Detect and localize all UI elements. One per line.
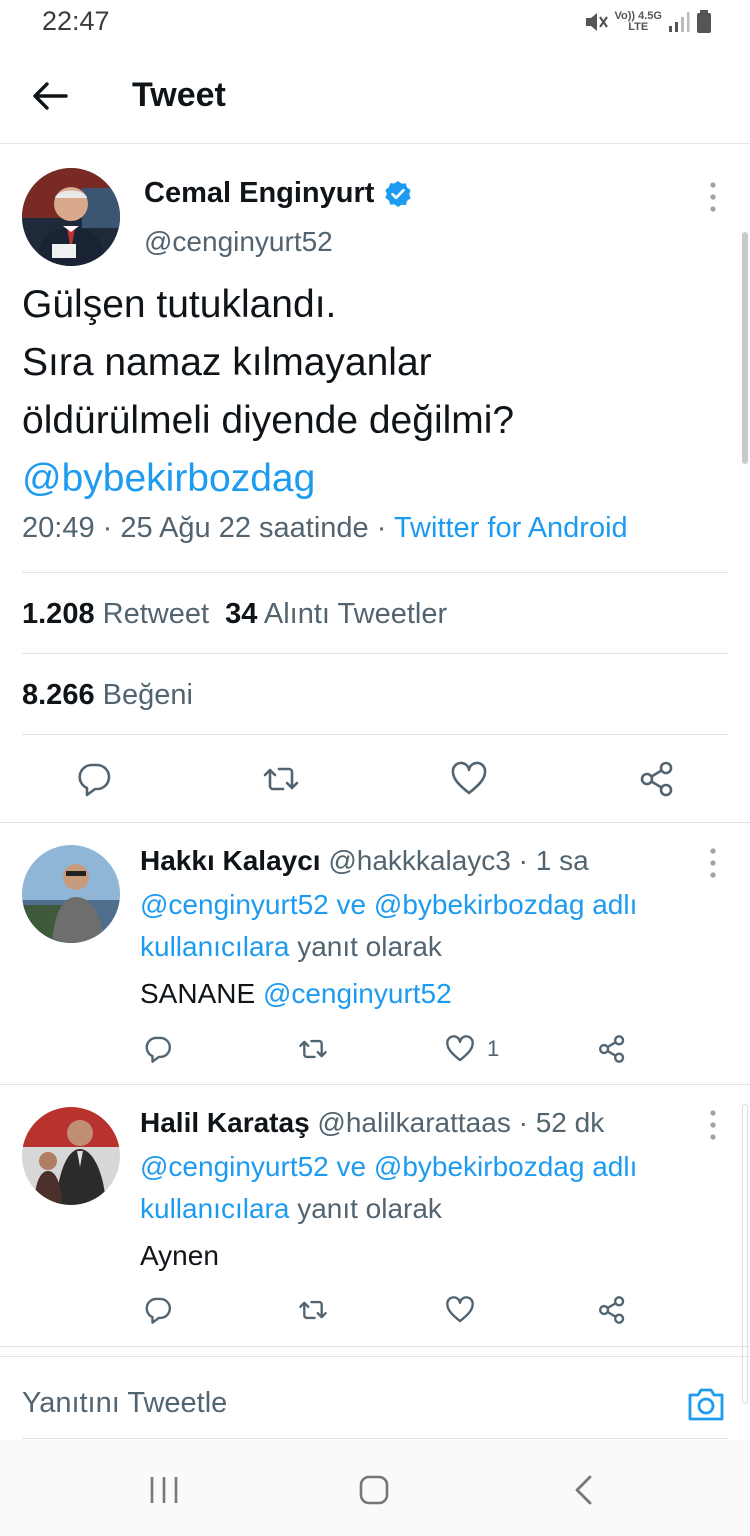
mention-link[interactable]: @bybekirbozdag bbox=[374, 1151, 585, 1182]
retweet-icon[interactable] bbox=[298, 1295, 328, 1325]
retweet-stats[interactable]: 1.208 Retweet 34 Alıntı Tweetler bbox=[22, 598, 447, 631]
tweet-timestamp: 20:49 · 25 Ağu 22 saatinde · Twitter for… bbox=[22, 512, 628, 544]
mention-link[interactable]: @bybekirbozdag bbox=[22, 450, 722, 508]
share-icon[interactable] bbox=[597, 1295, 627, 1325]
author-avatar[interactable] bbox=[22, 168, 120, 266]
battery-icon bbox=[697, 10, 711, 33]
reply-author-handle[interactable]: @hakkkalayc3 bbox=[328, 845, 511, 876]
divider bbox=[0, 822, 750, 823]
reply-time: 52 dk bbox=[535, 1107, 605, 1138]
divider bbox=[22, 1438, 728, 1439]
reply-avatar[interactable] bbox=[22, 1107, 120, 1205]
like-heart-icon[interactable] bbox=[445, 1295, 475, 1325]
source-link[interactable]: Twitter for Android bbox=[394, 512, 628, 544]
reply-author-name[interactable]: Halil Karataş bbox=[140, 1107, 310, 1138]
reply-text: SANANE @cenginyurt52 bbox=[140, 978, 452, 1009]
reply-context: @cenginyurt52 ve @bybekirbozdag adlı kul… bbox=[140, 1151, 638, 1224]
reply-header: Hakkı Kalaycı @hakkkalayc3 · 1 sa bbox=[140, 845, 589, 876]
reply-header: Halil Karataş @halilkarattaas · 52 dk bbox=[140, 1107, 605, 1138]
author-handle[interactable]: @cenginyurt52 bbox=[144, 226, 333, 258]
reply-avatar[interactable] bbox=[22, 845, 120, 943]
back-nav-icon[interactable] bbox=[568, 1474, 600, 1506]
retweet-icon[interactable] bbox=[298, 1034, 328, 1064]
like-heart-icon[interactable] bbox=[445, 1034, 475, 1064]
reply-icon[interactable] bbox=[143, 1295, 173, 1325]
like-heart-icon[interactable] bbox=[450, 760, 488, 798]
network-label: Vo)) 4.5G LTE bbox=[614, 10, 662, 33]
reply-icon[interactable] bbox=[75, 760, 113, 798]
tweet-text: Gülşen tutuklandı. Sıra namaz kılmayanla… bbox=[22, 276, 722, 508]
divider bbox=[0, 1084, 750, 1085]
reply-context: @cenginyurt52 ve @bybekirbozdag adlı kul… bbox=[140, 889, 638, 962]
divider bbox=[22, 734, 728, 735]
header: Tweet bbox=[0, 48, 750, 144]
status-icons: Vo)) 4.5G LTE bbox=[583, 10, 712, 34]
divider bbox=[0, 1346, 750, 1347]
mention-link[interactable]: @bybekirbozdag bbox=[374, 889, 585, 920]
scrollbar[interactable] bbox=[742, 232, 748, 464]
reply-input[interactable]: Yanıtını Tweetle bbox=[22, 1387, 227, 1420]
reply-author-name[interactable]: Hakkı Kalaycı bbox=[140, 845, 321, 876]
mention-link[interactable]: @cenginyurt52 bbox=[140, 889, 329, 920]
reply-compose-bar: Yanıtını Tweetle bbox=[0, 1356, 750, 1440]
mute-icon bbox=[585, 13, 608, 31]
home-icon[interactable] bbox=[358, 1474, 390, 1506]
author-name[interactable]: Cemal Enginyurt bbox=[144, 177, 412, 210]
mention-link[interactable]: @cenginyurt52 bbox=[140, 1151, 329, 1182]
more-options-icon[interactable] bbox=[707, 846, 719, 880]
like-stats[interactable]: 8.266 Beğeni bbox=[22, 679, 193, 712]
more-options-icon[interactable] bbox=[707, 180, 719, 214]
share-icon[interactable] bbox=[597, 1034, 627, 1064]
reply-icon[interactable] bbox=[143, 1034, 173, 1064]
reply-author-handle[interactable]: @halilkarattaas bbox=[317, 1107, 510, 1138]
status-time: 22:47 bbox=[42, 6, 110, 36]
system-nav-bar bbox=[0, 1440, 750, 1536]
mention-link[interactable]: @cenginyurt52 bbox=[263, 978, 452, 1009]
more-options-icon[interactable] bbox=[707, 1108, 719, 1142]
page-title: Tweet bbox=[132, 76, 226, 114]
status-bar: 22:47 Vo)) 4.5G LTE bbox=[0, 0, 750, 48]
retweet-icon[interactable] bbox=[262, 760, 300, 798]
divider bbox=[22, 572, 728, 573]
like-count: 1 bbox=[487, 1036, 500, 1061]
verified-badge-icon bbox=[385, 180, 412, 207]
back-arrow-icon[interactable] bbox=[30, 78, 70, 114]
signal-icon bbox=[669, 12, 690, 32]
recent-apps-icon[interactable] bbox=[148, 1474, 180, 1506]
share-icon[interactable] bbox=[638, 760, 676, 798]
reply-time: 1 sa bbox=[535, 845, 589, 876]
camera-icon[interactable] bbox=[686, 1385, 726, 1423]
divider bbox=[22, 653, 728, 654]
reply-text: Aynen bbox=[140, 1240, 219, 1271]
